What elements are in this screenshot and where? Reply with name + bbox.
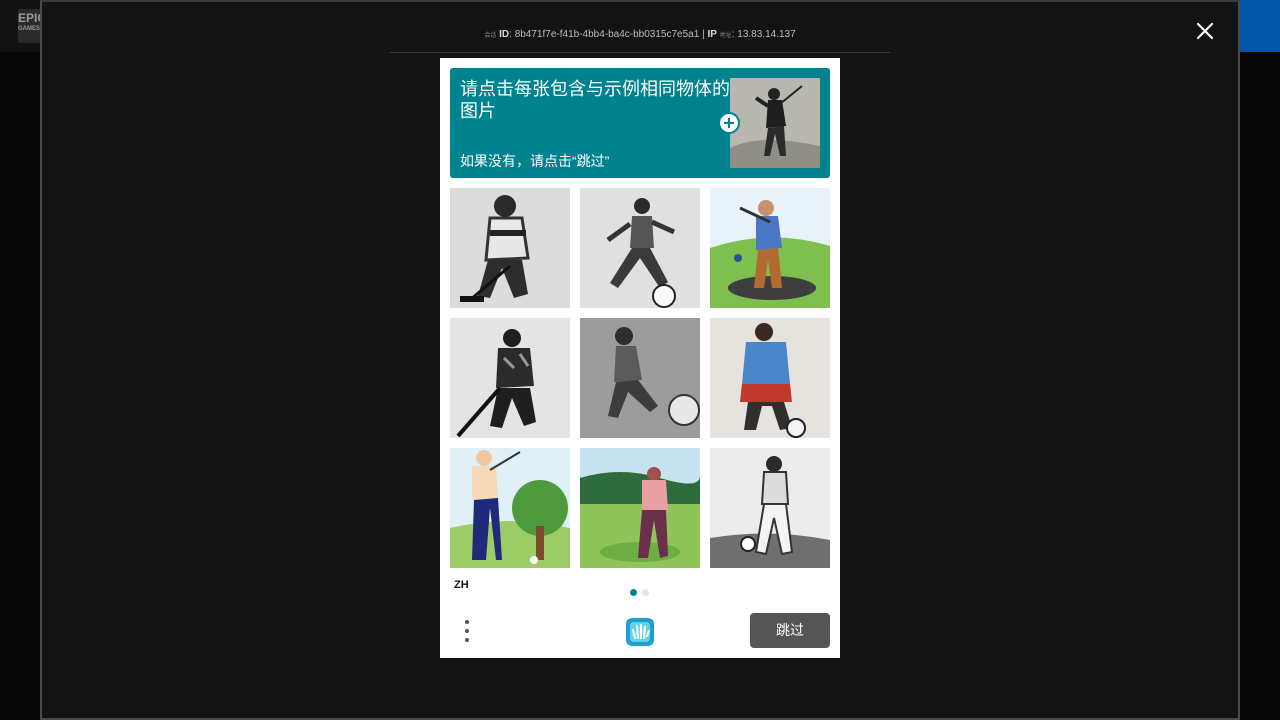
prompt-subtitle: 如果没有，请点击“跳过” — [460, 153, 610, 169]
epic-games-logo: EPIC GAMES — [18, 9, 42, 43]
hcaptcha-challenge: 请点击每张包含与示例相同物体的图片 如果没有，请点击“跳过” ZH 跳过 — [440, 58, 840, 658]
ip-suffix: 地址 — [719, 33, 732, 39]
challenge-prompt: 请点击每张包含与示例相同物体的图片 如果没有，请点击“跳过” — [450, 68, 830, 178]
language-selector[interactable]: ZH — [454, 579, 469, 591]
ip-label: IP — [707, 29, 717, 40]
grid-image-7[interactable] — [450, 448, 570, 568]
hcaptcha-logo-icon — [622, 614, 658, 650]
grid-image-6[interactable] — [710, 318, 830, 438]
grid-image-2[interactable] — [580, 188, 700, 308]
page-dot-active — [630, 589, 637, 596]
captcha-modal: 会话 ID: 8b471f7e-f41b-4bb4-ba4c-bb0315c7e… — [40, 0, 1240, 720]
plus-circle-icon — [718, 112, 740, 134]
background-blue-button — [1238, 0, 1280, 52]
session-id: 8b471f7e-f41b-4bb4-ba4c-bb0315c7e5a1 — [514, 29, 700, 40]
session-label: 会话 — [484, 33, 497, 39]
grid-image-1[interactable] — [450, 188, 570, 308]
grid-image-3[interactable] — [710, 188, 830, 308]
page-indicator — [630, 589, 654, 597]
grid-image-9[interactable] — [710, 448, 830, 568]
session-id-label: ID — [499, 29, 510, 40]
epic-logo-sub: GAMES — [18, 26, 41, 32]
grid-image-5[interactable] — [580, 318, 700, 438]
ip-value: 13.83.14.137 — [737, 29, 796, 40]
session-info: 会话 ID: 8b471f7e-f41b-4bb4-ba4c-bb0315c7e… — [390, 24, 890, 53]
grid-image-4[interactable] — [450, 318, 570, 438]
page-dot-inactive — [642, 589, 649, 596]
grid-image-8[interactable] — [580, 448, 700, 568]
more-options-icon[interactable] — [460, 618, 474, 644]
close-icon[interactable] — [1194, 20, 1216, 42]
epic-logo-text: EPIC — [18, 11, 42, 25]
prompt-title: 请点击每张包含与示例相同物体的图片 — [460, 79, 730, 121]
example-image — [730, 78, 820, 168]
skip-button[interactable]: 跳过 — [750, 613, 830, 648]
